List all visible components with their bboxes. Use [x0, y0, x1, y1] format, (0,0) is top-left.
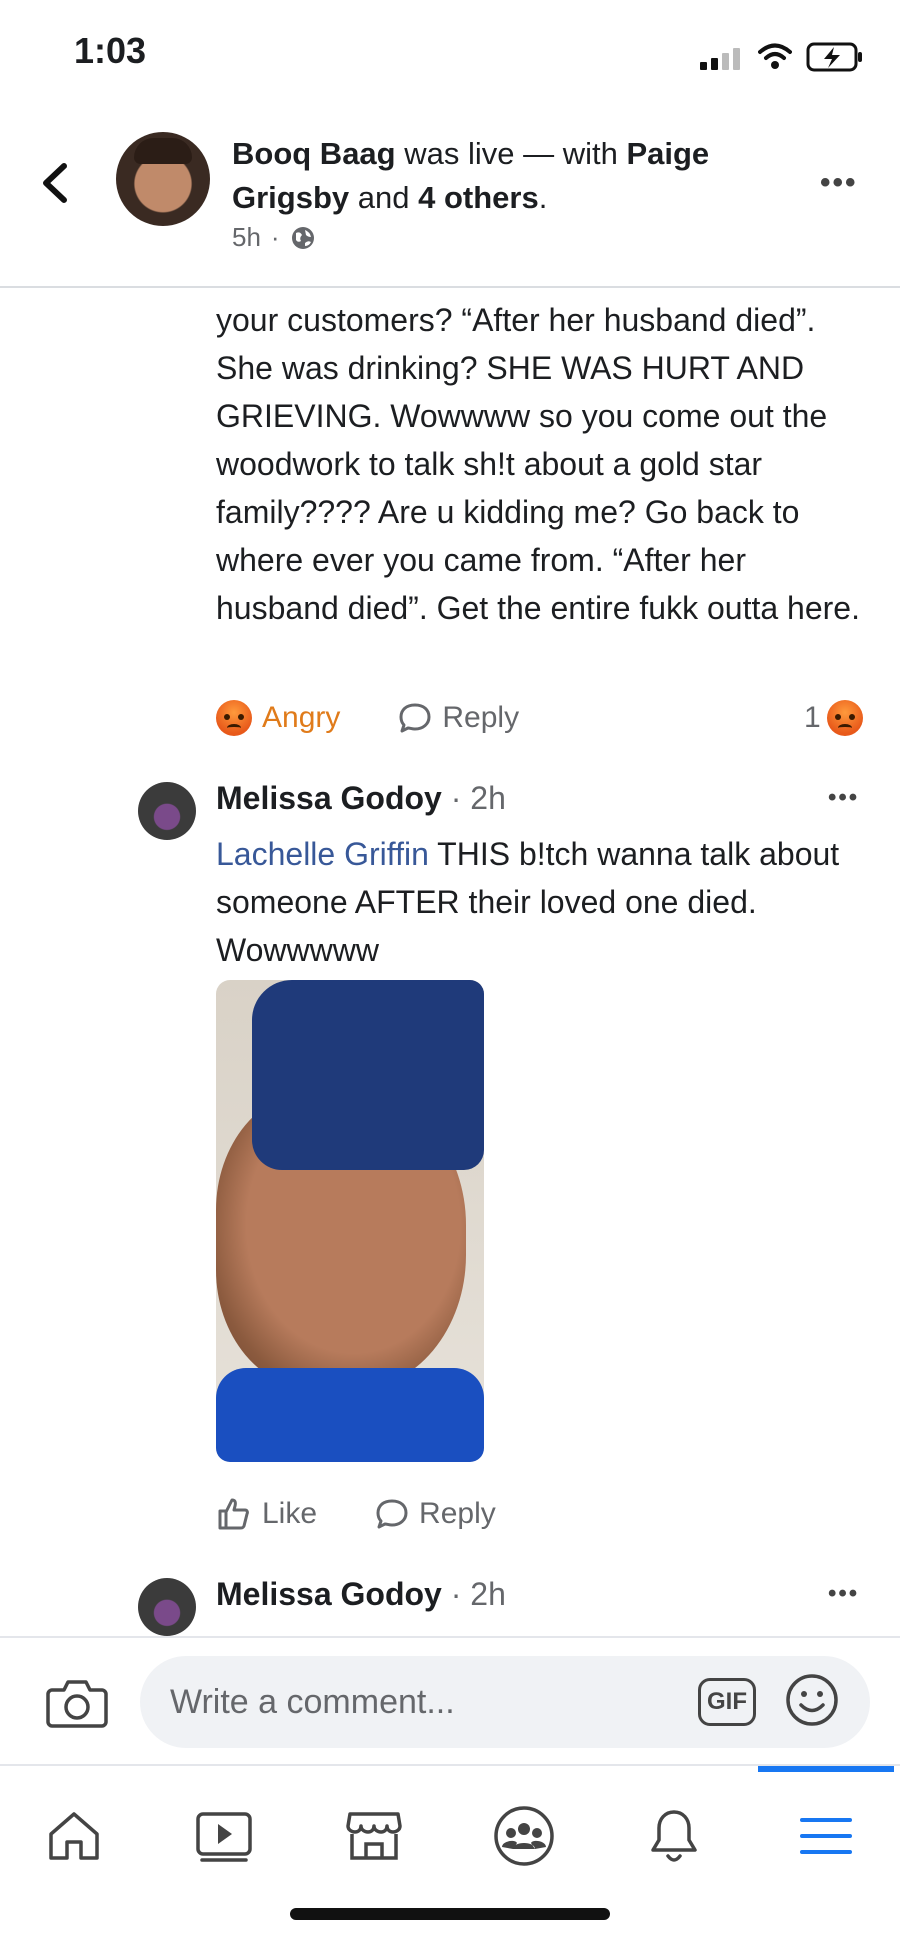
- bottom-tab-bar: [0, 1764, 900, 1948]
- comment-composer: GIF: [0, 1636, 900, 1764]
- commenter-avatar[interactable]: [138, 782, 196, 840]
- comment-more-options-icon[interactable]: •••: [828, 1580, 859, 1608]
- active-tab-indicator: [758, 1766, 894, 1772]
- commenter-avatar[interactable]: [138, 1578, 196, 1636]
- reply-button[interactable]: Reply: [375, 1497, 496, 1531]
- status-bar: 1:03: [0, 0, 900, 110]
- back-chevron-icon[interactable]: [36, 158, 76, 208]
- meta-separator: ·: [270, 222, 280, 252]
- home-icon: [49, 1812, 99, 1860]
- post-meta: 5h ·: [232, 222, 316, 253]
- angry-emoji-icon: [216, 700, 252, 736]
- post-more-options-icon[interactable]: •••: [820, 166, 858, 200]
- gif-button[interactable]: GIF: [698, 1678, 756, 1726]
- reply-bubble-icon: [376, 1499, 408, 1529]
- others-link[interactable]: 4 others: [418, 180, 539, 215]
- tab-notifications[interactable]: [614, 1786, 734, 1886]
- commenter-name[interactable]: Melissa Godoy: [216, 1576, 442, 1612]
- commenter-name[interactable]: Melissa Godoy: [216, 780, 442, 816]
- comment-2-actions: Like Reply: [216, 1496, 496, 1532]
- reaction-count[interactable]: 1: [804, 700, 863, 736]
- comment-2-header: Melissa Godoy · 2h: [216, 780, 506, 817]
- period-text: .: [538, 180, 548, 215]
- comment-photo[interactable]: [216, 980, 484, 1462]
- reply-button[interactable]: Reply: [398, 701, 519, 735]
- and-text: and: [349, 180, 419, 215]
- thumbs-up-icon: [218, 1498, 249, 1530]
- angry-label: Angry: [262, 701, 341, 734]
- video-play-icon: [196, 1812, 252, 1862]
- storefront-icon: [346, 1812, 402, 1860]
- angry-emoji-icon: [826, 700, 863, 736]
- emoji-smile-icon[interactable]: [784, 1672, 840, 1728]
- groups-icon: [494, 1806, 554, 1866]
- author-avatar[interactable]: [116, 132, 210, 226]
- comment-2-text: Lachelle Griffin THIS b!tch wanna talk a…: [216, 830, 876, 974]
- comment-more-options-icon[interactable]: •••: [828, 784, 859, 812]
- photo-cap: [252, 980, 484, 1170]
- comment-time[interactable]: · 2h: [442, 1576, 506, 1612]
- reaction-count-value: 1: [804, 701, 821, 734]
- post-title: Booq Baag was live — with Paige Grigsby …: [232, 132, 792, 220]
- like-label: Like: [262, 1497, 318, 1530]
- comment-1-actions: Angry Reply: [216, 700, 519, 736]
- hamburger-menu-icon: [800, 1818, 852, 1854]
- camera-icon[interactable]: [46, 1676, 108, 1730]
- comment-time[interactable]: · 2h: [442, 780, 506, 816]
- reply-label: Reply: [442, 701, 520, 734]
- cellular-signal-icon: [700, 48, 740, 70]
- tab-watch[interactable]: [164, 1786, 284, 1886]
- tab-marketplace[interactable]: [314, 1786, 434, 1886]
- battery-charging-icon: [806, 42, 862, 72]
- bell-icon: [651, 1810, 697, 1862]
- wifi-icon: [758, 43, 792, 69]
- angry-reaction-button[interactable]: Angry: [216, 700, 340, 736]
- reply-bubble-icon: [399, 703, 431, 733]
- reply-label: Reply: [419, 1497, 496, 1530]
- author-name[interactable]: Booq Baag: [232, 136, 396, 171]
- was-live-text: was live — with: [395, 136, 627, 171]
- tab-groups[interactable]: [464, 1786, 584, 1886]
- comment-3-header: Melissa Godoy · 2h: [216, 1576, 506, 1613]
- home-indicator: [290, 1908, 610, 1920]
- comment-input[interactable]: [140, 1656, 870, 1748]
- like-button[interactable]: Like: [216, 1496, 317, 1532]
- mention-link[interactable]: Lachelle Griffin: [216, 836, 429, 872]
- status-time: 1:03: [74, 30, 147, 71]
- tab-home[interactable]: [14, 1786, 134, 1886]
- globe-icon: [291, 226, 314, 249]
- post-header: Booq Baag was live — with Paige Grigsby …: [0, 110, 900, 288]
- post-age[interactable]: 5h: [232, 222, 261, 253]
- comment-1-text: your customers? “After her husband died”…: [216, 302, 860, 626]
- tab-menu[interactable]: [766, 1786, 886, 1886]
- photo-shirt: [216, 1368, 484, 1462]
